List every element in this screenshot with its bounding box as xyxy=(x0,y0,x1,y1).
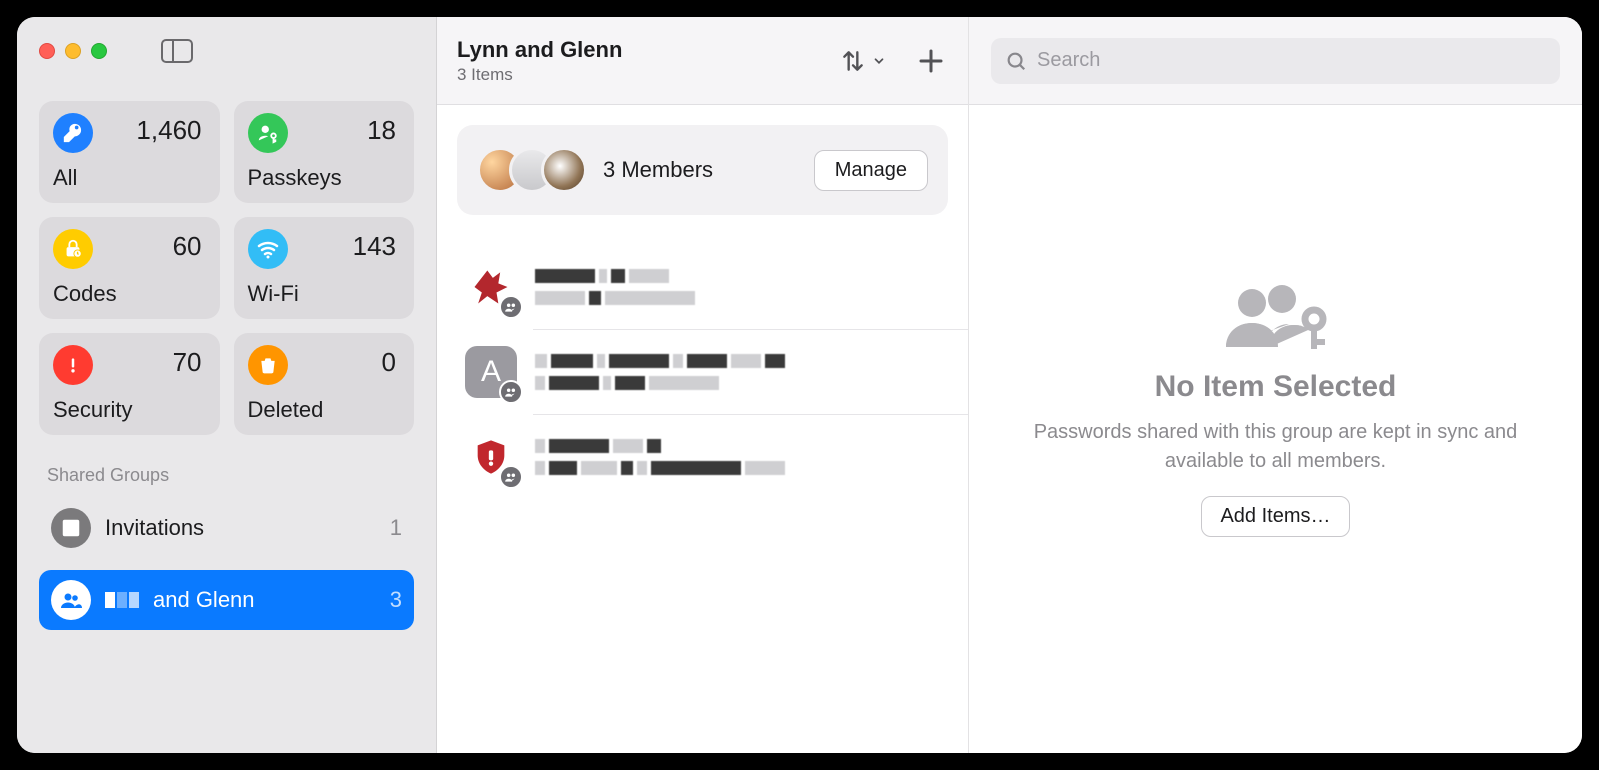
toggle-sidebar-button[interactable] xyxy=(161,39,193,63)
tile-codes[interactable]: 60 Codes xyxy=(39,217,220,319)
tray-icon xyxy=(51,508,91,548)
key-icon xyxy=(53,113,93,153)
sidebar-item-group-lynn-glenn[interactable]: and Glenn 3 xyxy=(39,570,414,630)
manage-button[interactable]: Manage xyxy=(814,150,928,191)
people-icon xyxy=(51,580,91,620)
item-list-pane: Lynn and Glenn 3 Items 3 Members Manag xyxy=(437,17,969,753)
people-key-icon xyxy=(1216,281,1336,356)
tile-all[interactable]: 1,460 All xyxy=(39,101,220,203)
sidebar-item-label: Invitations xyxy=(105,515,204,541)
tile-passkeys-count: 18 xyxy=(367,115,396,146)
redacted-item-text xyxy=(535,269,695,305)
redacted-text xyxy=(105,591,139,609)
redacted-item-text xyxy=(535,354,785,390)
person-key-icon xyxy=(248,113,288,153)
add-button[interactable] xyxy=(914,46,948,76)
shared-badge-icon xyxy=(499,295,523,319)
tile-all-label: All xyxy=(53,165,77,191)
shared-groups-header: Shared Groups xyxy=(17,445,436,492)
window-controls xyxy=(39,43,107,59)
tile-wifi[interactable]: 143 Wi-Fi xyxy=(234,217,415,319)
redacted-item-text xyxy=(535,439,785,475)
minimize-window-button[interactable] xyxy=(65,43,81,59)
tile-wifi-count: 143 xyxy=(353,231,396,262)
plus-icon xyxy=(914,46,948,76)
zoom-window-button[interactable] xyxy=(91,43,107,59)
password-items: A xyxy=(437,235,968,499)
empty-state: No Item Selected Passwords shared with t… xyxy=(969,65,1582,753)
members-count-label: 3 Members xyxy=(603,157,798,183)
password-item[interactable] xyxy=(437,245,968,329)
trash-icon xyxy=(248,345,288,385)
sort-icon xyxy=(840,48,866,74)
exclamation-icon xyxy=(53,345,93,385)
tile-security-label: Security xyxy=(53,397,132,423)
tile-deleted-label: Deleted xyxy=(248,397,324,423)
category-tiles: 1,460 All 18 Passkeys 60 Codes xyxy=(17,85,436,445)
members-card: 3 Members Manage xyxy=(457,125,948,215)
wifi-icon xyxy=(248,229,288,269)
tile-all-count: 1,460 xyxy=(136,115,201,146)
password-item[interactable] xyxy=(533,414,968,499)
sidebar-item-label: and Glenn xyxy=(153,587,255,613)
sidebar-item-count: 1 xyxy=(390,515,402,541)
tile-codes-count: 60 xyxy=(173,231,202,262)
member-avatars xyxy=(477,147,587,193)
sidebar-item-invitations[interactable]: Invitations 1 xyxy=(39,498,414,558)
list-title: Lynn and Glenn xyxy=(457,37,840,63)
tile-deleted-count: 0 xyxy=(382,347,396,378)
tile-passkeys-label: Passkeys xyxy=(248,165,342,191)
tile-passkeys[interactable]: 18 Passkeys xyxy=(234,101,415,203)
empty-description: Passwords shared with this group are kep… xyxy=(1016,418,1536,476)
close-window-button[interactable] xyxy=(39,43,55,59)
list-subtitle: 3 Items xyxy=(457,65,840,85)
shared-badge-icon xyxy=(499,380,523,404)
avatar xyxy=(541,147,587,193)
app-window: 1,460 All 18 Passkeys 60 Codes xyxy=(17,17,1582,753)
tile-deleted[interactable]: 0 Deleted xyxy=(234,333,415,435)
empty-title: No Item Selected xyxy=(1155,370,1397,404)
tile-security-count: 70 xyxy=(173,347,202,378)
titlebar xyxy=(17,17,436,85)
tile-codes-label: Codes xyxy=(53,281,117,307)
tile-security[interactable]: 70 Security xyxy=(39,333,220,435)
tile-wifi-label: Wi-Fi xyxy=(248,281,299,307)
detail-pane: No Item Selected Passwords shared with t… xyxy=(969,17,1582,753)
lock-clock-icon xyxy=(53,229,93,269)
sort-button[interactable] xyxy=(840,48,886,74)
shared-badge-icon xyxy=(499,465,523,489)
sidebar-item-count: 3 xyxy=(390,587,402,613)
chevron-down-icon xyxy=(872,54,886,68)
password-item[interactable]: A xyxy=(533,329,968,414)
sidebar: 1,460 All 18 Passkeys 60 Codes xyxy=(17,17,437,753)
add-items-button[interactable]: Add Items… xyxy=(1201,496,1349,537)
list-header: Lynn and Glenn 3 Items xyxy=(437,17,968,105)
